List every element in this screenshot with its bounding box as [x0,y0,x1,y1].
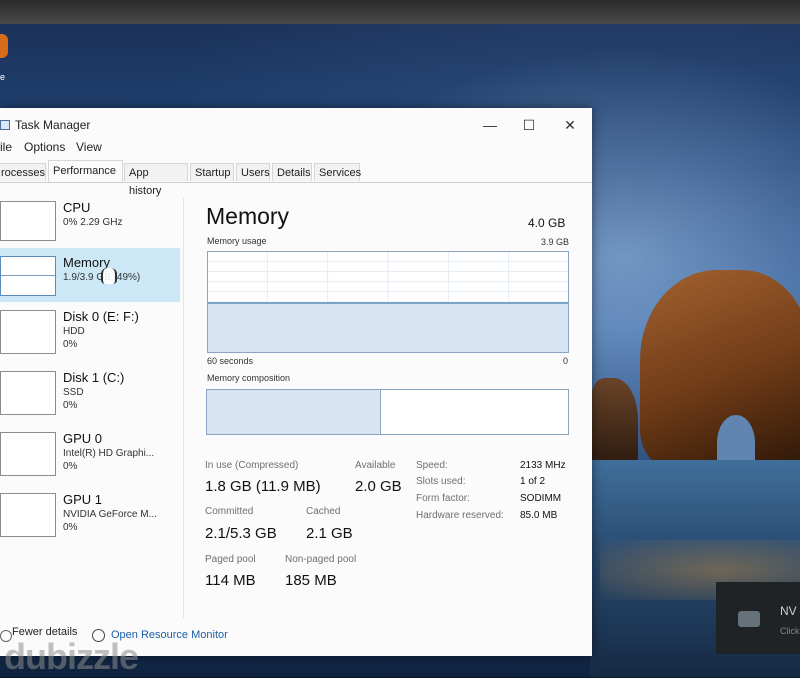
menu-view[interactable]: View [76,140,102,154]
spec-speed-label: Speed: [416,460,448,471]
spec-slots-value: 1 of 2 [520,476,546,487]
memory-total: 4.0 GB [528,216,566,230]
memory-thumbnail-line [1,275,55,276]
disk0-thumbnail-graph [0,310,56,354]
spec-form-factor-value: SODIMM [520,493,562,504]
committed-value: 2.1/5.3 GB [205,525,277,542]
in-use-label: In use (Compressed) [205,460,299,471]
available-label: Available [355,460,396,471]
sidebar-item-title: Memory [63,255,110,270]
tab-details[interactable]: Details [272,163,312,181]
hand-cursor-icon [101,268,117,284]
sidebar-item-title: CPU [63,200,91,215]
cached-label: Cached [306,506,341,517]
spec-hardware-reserved-value: 85.0 MB [520,510,558,521]
title-bar[interactable]: Task Manager — ☐ ✕ [0,108,592,140]
tab-users[interactable]: Users [236,163,270,181]
sidebar-item-type: NVIDIA GeForce M... [63,509,157,520]
spec-form-factor-label: Form factor: [416,493,470,504]
spec-hardware-reserved-label: Hardware reserved: [416,510,504,521]
committed-label: Committed [205,506,254,517]
screen-bezel [0,0,800,24]
page-title: Memory [206,203,290,229]
sidebar-item-title: Disk 0 (E: F:) [63,309,139,324]
paged-pool-label: Paged pool [205,554,256,565]
memory-usage-label: Memory usage [207,236,267,246]
sidebar-item-disk-1[interactable]: Disk 1 (C:) SSD 0% [0,369,180,423]
desktop-app-icon[interactable] [0,34,8,58]
gpu0-thumbnail-graph [0,432,56,476]
in-use-value: 1.8 GB (11.9 MB) [205,478,321,495]
maximize-button[interactable]: ☐ [511,114,547,136]
sidebar-item-type: HDD [63,326,85,337]
paged-pool-value: 114 MB [205,572,256,589]
menu-options[interactable]: Options [24,140,65,154]
gpu1-thumbnail-graph [0,493,56,537]
nonpaged-pool-label: Non-paged pool [285,554,357,565]
sidebar-item-disk-0[interactable]: Disk 0 (E: F:) HDD 0% [0,308,180,362]
menu-file[interactable]: ile [0,140,12,154]
tab-services[interactable]: Services [314,163,361,181]
disk1-thumbnail-graph [0,371,56,415]
spec-speed-value: 2133 MHz [520,460,566,471]
desktop-icon-label: e [0,72,6,82]
nvidia-icon [738,611,760,627]
memory-usage-area [208,303,568,352]
sidebar-item-detail: 0% [63,522,78,533]
sidebar-item-detail: 0% [63,400,78,411]
memory-usage-max: 3.9 GB [541,237,570,247]
sidebar-item-gpu-0[interactable]: GPU 0 Intel(R) HD Graphi... 0% [0,430,180,484]
dubizzle-watermark: dubizzle [4,636,139,677]
sidebar-item-type: Intel(R) HD Graphi... [63,448,155,459]
sidebar-item-detail: 0% [63,339,78,350]
memory-thumbnail-graph [0,256,56,296]
tab-app-history[interactable]: App history [124,163,188,197]
available-value: 2.0 GB [355,478,402,495]
nonpaged-pool-value: 185 MB [285,572,337,589]
sidebar-item-detail: 0% 2.29 GHz [63,217,123,228]
composition-in-use [207,390,382,434]
close-button[interactable]: ✕ [552,114,588,136]
notification-title: NV [780,604,797,618]
tab-strip: rocesses Performance App history Startup… [0,160,592,197]
sidebar-item-title: GPU 1 [63,492,103,507]
memory-composition-bar [206,389,569,435]
sidebar-item-memory[interactable]: Memory 1.9/3.9 GB (49%) [0,248,180,302]
task-manager-icon [0,120,10,130]
spec-slots-label: Slots used: [416,476,466,487]
sidebar-item-detail: 0% [63,461,78,472]
memory-usage-chart [207,251,569,353]
resource-sidebar: CPU 0% 2.29 GHz Memory 1.9/3.9 GB (49%) … [0,193,182,623]
chart-time-now: 0 [563,356,569,366]
tab-performance[interactable]: Performance [48,160,123,182]
sidebar-item-type: SSD [63,387,84,398]
sidebar-item-title: GPU 0 [63,431,103,446]
sidebar-item-title: Disk 1 (C:) [63,370,125,385]
panel-divider [183,198,184,618]
cpu-thumbnail-graph [0,201,56,241]
minimize-button[interactable]: — [472,114,508,136]
chart-time-span: 60 seconds [207,356,254,366]
task-manager-window: Task Manager — ☐ ✕ ile Options View roce… [0,108,592,656]
sidebar-item-cpu[interactable]: CPU 0% 2.29 GHz [0,193,180,247]
memory-composition-label: Memory composition [207,373,291,383]
sidebar-item-gpu-1[interactable]: GPU 1 NVIDIA GeForce M... 0% [0,491,180,545]
notification-subtitle: Click [780,626,800,636]
window-title: Task Manager [15,118,91,132]
cached-value: 2.1 GB [306,525,353,542]
tab-startup[interactable]: Startup [190,163,234,181]
tab-processes[interactable]: rocesses [0,163,46,181]
wallpaper-small-rock [590,378,638,463]
